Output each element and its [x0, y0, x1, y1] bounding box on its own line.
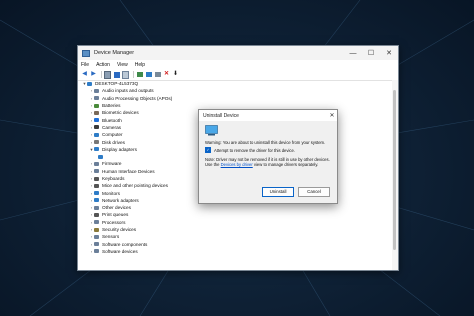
monitor-icon: [98, 154, 103, 159]
maximize-button[interactable]: ☐: [362, 46, 380, 60]
tree-category-label: Display adapters: [102, 146, 137, 152]
device-category-icon: [94, 249, 99, 254]
root-label: DESKTOP-4L5373Q: [95, 81, 139, 87]
tree-category-row[interactable]: › Print queues: [78, 211, 390, 218]
device-category-icon: [94, 242, 99, 247]
device-category-icon: [94, 212, 99, 217]
tree-category-label: Keyboards: [102, 176, 125, 181]
minimize-button[interactable]: —: [344, 46, 362, 60]
tree-category-label: Firmware: [102, 161, 122, 167]
tree-category-label: Software components: [102, 241, 148, 247]
download-icon[interactable]: ⬇: [172, 71, 179, 78]
tree-category-row[interactable]: › Sensors: [78, 233, 390, 240]
close-button[interactable]: ✕: [380, 46, 398, 60]
menu-file[interactable]: File: [81, 62, 89, 68]
tree-category-row[interactable]: › Security devices: [78, 226, 390, 233]
device-category-icon: [94, 227, 99, 232]
tree-category-label: Sensors: [102, 234, 120, 240]
tree-root[interactable]: ▼ DESKTOP-4L5373Q: [78, 80, 390, 87]
help-icon[interactable]: [113, 71, 120, 78]
menu-view[interactable]: View: [117, 62, 128, 68]
dialog-close-button[interactable]: ✕: [327, 110, 337, 121]
tree-category-label: Human Interface Devices: [102, 168, 155, 174]
uninstall-device-dialog: Uninstall Device ✕ Warning: You are abou…: [198, 109, 338, 204]
tree-category-label: Software devices: [102, 248, 138, 254]
device-category-icon: [94, 191, 99, 196]
device-category-icon: [94, 140, 99, 145]
tree-category-label: Audio Processing Objects (APOs): [102, 95, 173, 101]
tree-category-label: Computer: [102, 132, 123, 138]
devices-by-driver-link[interactable]: Devices by driver: [221, 162, 253, 167]
tree-category-label: Audio inputs and outputs: [102, 88, 154, 94]
computer-icon: [87, 81, 92, 86]
display-adapter-icon: [205, 125, 218, 136]
device-category-icon: [94, 169, 99, 174]
properties-icon[interactable]: [104, 70, 111, 79]
toolbar-divider: [101, 71, 102, 78]
scrollbar[interactable]: [392, 80, 398, 270]
device-category-icon: [94, 147, 99, 152]
remove-driver-label: Attempt to remove the driver for this de…: [214, 147, 295, 153]
device-category-icon: [94, 161, 99, 166]
tree-category-label: Batteries: [102, 103, 121, 109]
scan-hardware-icon[interactable]: [136, 71, 143, 78]
device-category-icon: [94, 110, 99, 115]
menu-help[interactable]: Help: [135, 62, 145, 68]
driver-note: Note: Driver may not be removed if it is…: [205, 157, 331, 167]
tree-category-row[interactable]: › Software components: [78, 241, 390, 248]
device-category-icon: [94, 96, 99, 101]
tree-category-row[interactable]: › Software devices: [78, 248, 390, 255]
device-category-icon: [94, 88, 99, 93]
toolbar-divider: [133, 71, 134, 78]
device-category-icon: [94, 234, 99, 239]
tree-category-label: Mice and other pointing devices: [102, 183, 168, 189]
tree-category-label: Other devices: [102, 205, 131, 211]
device-category-icon: [94, 132, 99, 137]
tree-category-row[interactable]: › Audio Processing Objects (APOs): [78, 95, 390, 102]
title-bar[interactable]: Device Manager — ☐ ✕: [78, 46, 398, 60]
back-arrow-icon[interactable]: ◀: [81, 71, 88, 78]
device-category-icon: [94, 103, 99, 108]
tree-category-label: Network adapters: [102, 197, 139, 203]
menu-action[interactable]: Action: [96, 62, 110, 68]
note-text-end: view to manage drivers separately.: [252, 162, 319, 167]
tree-category-label: Monitors: [102, 190, 120, 196]
device-category-icon: [94, 198, 99, 203]
cancel-button[interactable]: Cancel: [298, 187, 330, 197]
window-title: Device Manager: [94, 50, 135, 56]
tree-category-label: Cameras: [102, 124, 122, 130]
tree-category-label: Bluetooth: [102, 117, 122, 123]
device-category-icon: [94, 176, 99, 181]
device-category-icon: [94, 125, 99, 130]
dialog-title: Uninstall Device: [203, 112, 239, 119]
tree-category-label: Biometric devices: [102, 110, 139, 116]
device-category-icon: [94, 183, 99, 188]
forward-arrow-icon[interactable]: ▶: [90, 71, 97, 78]
tree-category-label: Disk drives: [102, 139, 125, 145]
tree-category-row[interactable]: › Processors: [78, 219, 390, 226]
tree-category-label: Processors: [102, 219, 126, 225]
scrollbar-thumb[interactable]: [393, 90, 396, 250]
tree-category-row[interactable]: › Audio inputs and outputs: [78, 87, 390, 94]
uninstall-device-icon[interactable]: ✕: [163, 71, 170, 78]
dialog-title-bar[interactable]: Uninstall Device ✕: [199, 110, 337, 121]
update-driver-icon[interactable]: [145, 71, 152, 78]
disable-device-icon[interactable]: [154, 71, 161, 78]
uninstall-button[interactable]: Uninstall: [262, 187, 294, 197]
device-category-icon: [94, 205, 99, 210]
menu-bar: File Action View Help: [78, 60, 398, 69]
tree-category-label: Security devices: [102, 227, 137, 233]
tree-category-row[interactable]: › Other devices: [78, 204, 390, 211]
device-category-icon: [94, 118, 99, 123]
remove-driver-checkbox[interactable]: ✓: [205, 147, 211, 153]
warning-text: Warning: You are about to uninstall this…: [205, 140, 326, 145]
show-hidden-icon[interactable]: [122, 70, 129, 79]
tree-category-label: Print queues: [102, 212, 129, 218]
device-category-icon: [94, 220, 99, 225]
device-manager-icon: [82, 49, 90, 57]
